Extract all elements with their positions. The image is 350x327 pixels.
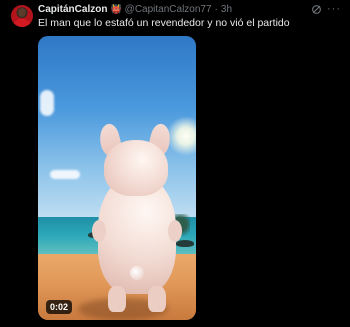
video-frame [38,36,196,320]
tweet-header: CapitánCalzon 👹 @CapitanCalzon77 · 3h [38,4,324,15]
author-emoji: 👹 [110,4,122,14]
video-duration: 0:02 [46,300,73,314]
pig-arm [92,220,106,242]
video-player[interactable]: 0:02 [38,36,196,320]
bottom-divider [0,322,350,327]
author-handle[interactable]: @CapitanCalzon77 [125,4,212,15]
avatar-face [18,8,26,17]
pig-figure [38,36,196,320]
pig-tail [130,266,144,280]
pig-leg [148,286,166,312]
pig-arm [168,220,182,242]
pig-head [104,140,168,196]
avatar-shirt [13,19,31,27]
pig-leg [108,286,126,312]
tweet-time[interactable]: 3h [221,4,232,15]
avatar[interactable] [11,5,33,27]
more-icon[interactable]: ··· [327,3,341,15]
grok-icon[interactable] [311,4,322,15]
separator-dot: · [214,4,218,15]
author-name[interactable]: CapitánCalzon [38,4,107,15]
tweet-text: El man que lo estafó un revendedor y no … [38,17,290,29]
tweet[interactable]: CapitánCalzon 👹 @CapitanCalzon77 · 3h ··… [0,0,350,327]
